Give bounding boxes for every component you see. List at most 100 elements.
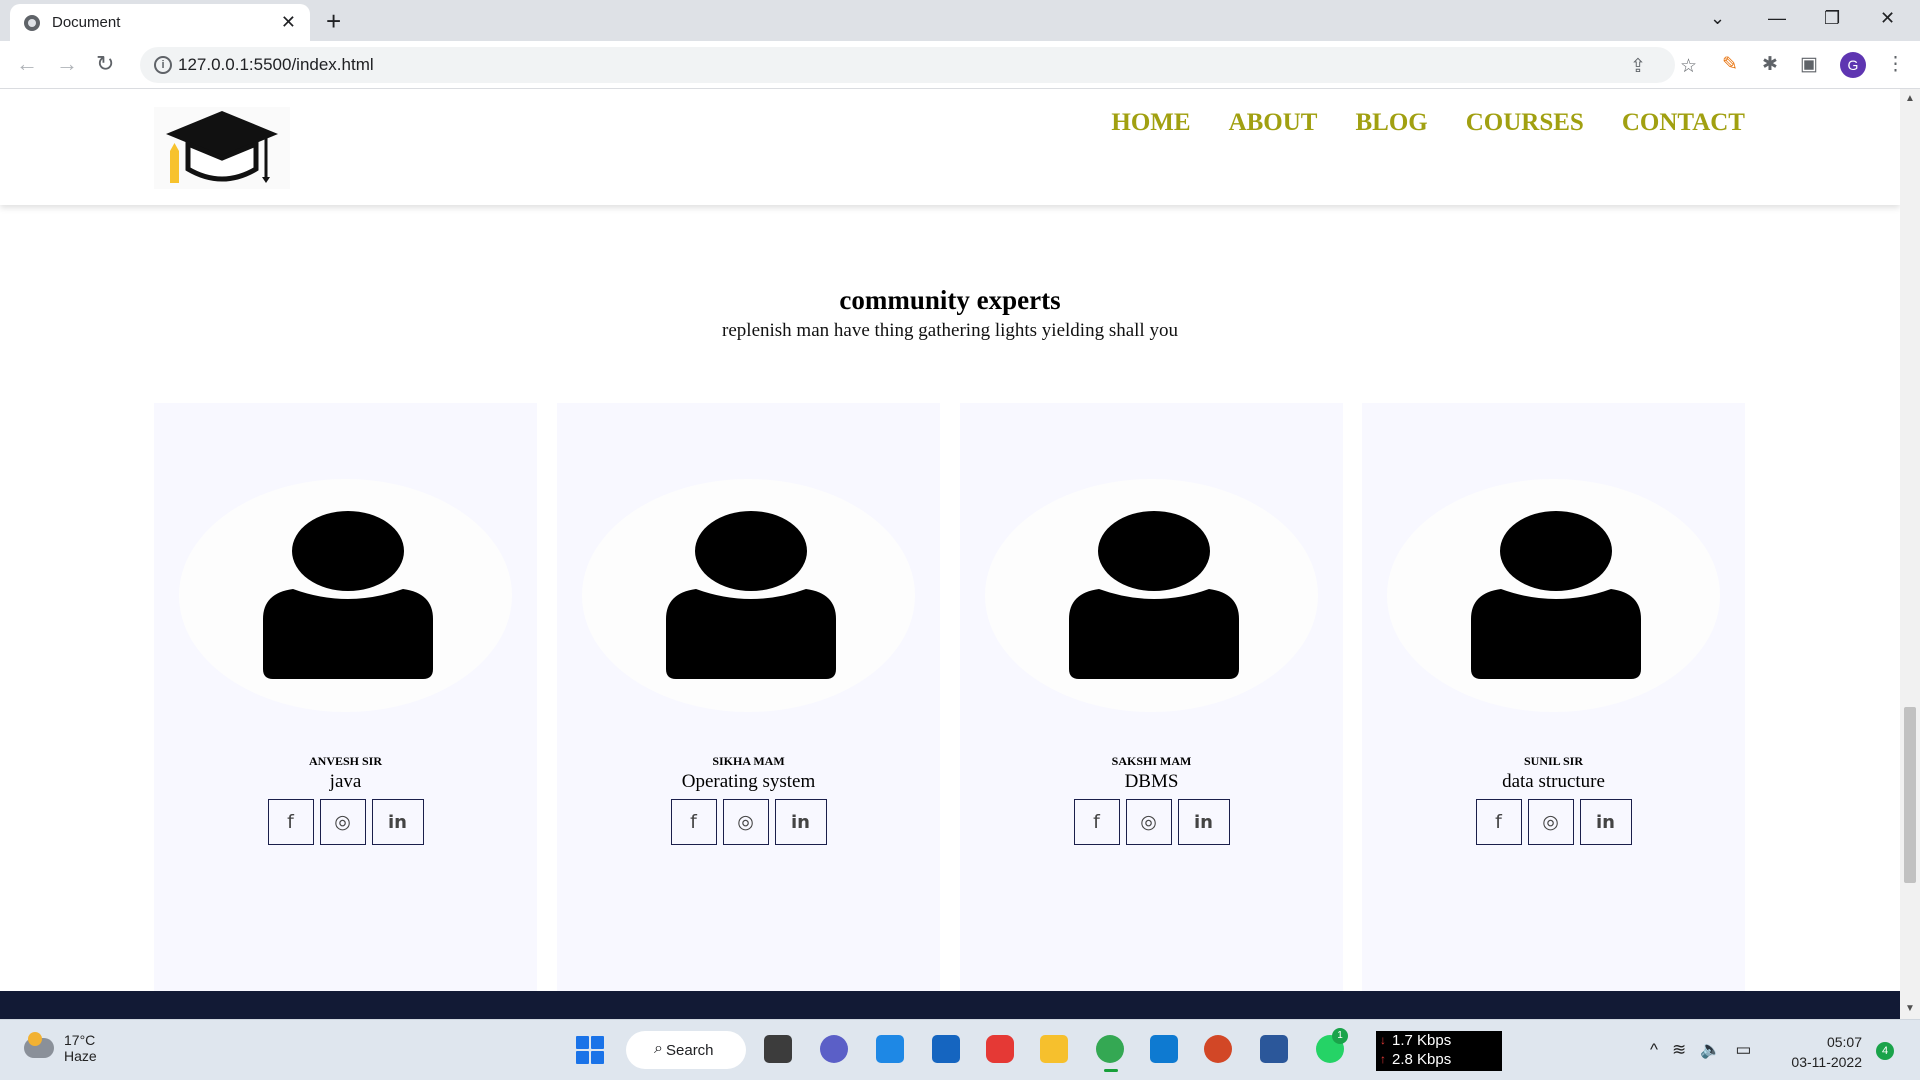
- linkedin-icon[interactable]: in: [371, 799, 424, 845]
- facebook-icon[interactable]: f: [1475, 799, 1522, 845]
- tab-title: Document: [52, 14, 121, 31]
- section-subtitle: replenish man have thing gathering light…: [722, 320, 1178, 341]
- file-explorer-icon[interactable]: [1040, 1035, 1068, 1063]
- page-scrollbar[interactable]: ▲ ▼: [1900, 89, 1920, 1019]
- windows-taskbar: 17°C Haze ⌕ Search 1 ↓ 1.7 Kbps ↑ 2.8 Kbps…: [0, 1019, 1920, 1080]
- start-button[interactable]: [576, 1036, 604, 1064]
- close-tab-icon[interactable]: ✕: [281, 12, 296, 33]
- weather-widget[interactable]: 17°C Haze: [24, 1032, 97, 1064]
- linkedin-icon[interactable]: in: [1579, 799, 1632, 845]
- scrollbar-thumb[interactable]: [1904, 707, 1916, 883]
- browser-tab-strip: Document ✕ + ⌄ — ❐ ✕: [0, 0, 1920, 41]
- site-footer: [0, 991, 1900, 1019]
- expert-name: SIKHA MAM: [712, 754, 785, 768]
- linkedin-icon[interactable]: in: [1177, 799, 1230, 845]
- expert-card: SAKSHI MAM DBMS f ◎ in: [960, 403, 1343, 1019]
- minimize-button[interactable]: —: [1768, 8, 1786, 29]
- facebook-icon[interactable]: f: [267, 799, 314, 845]
- address-url: 127.0.0.1:5500/index.html: [178, 55, 374, 74]
- taskbar-search[interactable]: ⌕ Search: [626, 1031, 746, 1069]
- expert-card: SIKHA MAM Operating system f ◎ in: [557, 403, 940, 1019]
- whatsapp-badge: 1: [1332, 1028, 1348, 1044]
- nav-blog[interactable]: BLOG: [1355, 109, 1427, 137]
- wifi-icon[interactable]: ≋: [1672, 1040, 1686, 1060]
- browser-menu-icon[interactable]: ⋮: [1886, 53, 1905, 76]
- notification-badge[interactable]: 4: [1876, 1042, 1894, 1060]
- main-navigation: HOME ABOUT BLOG COURSES CONTACT: [1111, 109, 1745, 137]
- close-window-button[interactable]: ✕: [1880, 8, 1895, 29]
- address-bar[interactable]: i 127.0.0.1:5500/index.html ⇪ ☆: [140, 47, 1697, 83]
- expert-card: ANVESH SIR java f ◎ in: [154, 403, 537, 1019]
- facebook-icon[interactable]: f: [1073, 799, 1120, 845]
- expert-card: SUNIL SIR data structure f ◎ in: [1362, 403, 1745, 1019]
- instagram-icon[interactable]: ◎: [319, 799, 366, 845]
- clock-time: 05:07: [1826, 1034, 1862, 1050]
- avatar: [582, 479, 915, 712]
- tab-search-chevron-icon[interactable]: ⌄: [1710, 8, 1725, 29]
- bookmark-star-icon[interactable]: ☆: [1680, 55, 1697, 78]
- task-view-icon[interactable]: [764, 1035, 792, 1063]
- vscode-icon[interactable]: [1150, 1035, 1178, 1063]
- nav-about[interactable]: ABOUT: [1229, 109, 1318, 137]
- system-clock[interactable]: 05:07 03-11-2022: [1788, 1032, 1862, 1072]
- download-arrow-icon: ↓: [1380, 1033, 1386, 1047]
- profile-avatar[interactable]: G: [1840, 52, 1866, 78]
- social-links: f ◎ in: [154, 799, 537, 845]
- scroll-up-arrow-icon[interactable]: ▲: [1905, 93, 1915, 104]
- person-icon: [1069, 511, 1239, 679]
- section-title: community experts: [839, 285, 1061, 315]
- battery-icon[interactable]: ▭: [1735, 1040, 1751, 1060]
- side-panel-icon[interactable]: ▣: [1800, 53, 1818, 76]
- nav-courses[interactable]: COURSES: [1466, 109, 1584, 137]
- expert-subject: Operating system: [681, 771, 816, 792]
- clock-date: 03-11-2022: [1791, 1054, 1862, 1070]
- forward-button[interactable]: →: [56, 51, 78, 77]
- chrome-icon[interactable]: [1096, 1035, 1124, 1072]
- instagram-icon[interactable]: ◎: [1527, 799, 1574, 845]
- reload-button[interactable]: ↻: [96, 51, 114, 77]
- site-logo[interactable]: [154, 107, 290, 189]
- youtube-icon[interactable]: [986, 1035, 1014, 1063]
- weather-temp: 17°C: [64, 1032, 96, 1048]
- system-tray: ^ ≋ 🔈 ▭: [1650, 1040, 1751, 1060]
- back-button[interactable]: ←: [16, 51, 38, 77]
- browser-toolbar: ← → ↻ i 127.0.0.1:5500/index.html ⇪ ☆: [0, 41, 1920, 89]
- upload-arrow-icon: ↑: [1380, 1052, 1386, 1066]
- weather-desc: Haze: [64, 1048, 97, 1064]
- social-links: f ◎ in: [557, 799, 940, 845]
- page-viewport: HOME ABOUT BLOG COURSES CONTACT communit…: [0, 89, 1900, 1019]
- person-icon: [1471, 511, 1641, 679]
- avatar: [1387, 479, 1720, 712]
- expert-name: SAKSHI MAM: [1111, 754, 1192, 768]
- expert-subject: data structure: [1502, 771, 1605, 792]
- volume-icon[interactable]: 🔈: [1700, 1040, 1721, 1060]
- taskbar-search-label: Search: [666, 1041, 714, 1059]
- facebook-icon[interactable]: f: [670, 799, 717, 845]
- word-icon[interactable]: [1260, 1035, 1288, 1063]
- restore-button[interactable]: ❐: [1824, 8, 1840, 29]
- instagram-icon[interactable]: ◎: [1125, 799, 1172, 845]
- share-icon[interactable]: ⇪: [1630, 55, 1646, 78]
- new-tab-button[interactable]: +: [326, 6, 341, 37]
- scroll-down-arrow-icon[interactable]: ▼: [1905, 1003, 1915, 1014]
- person-icon: [263, 511, 433, 679]
- net-down: 1.7 Kbps: [1392, 1032, 1452, 1049]
- chat-icon[interactable]: [820, 1035, 848, 1063]
- browser-tab[interactable]: Document ✕: [10, 4, 310, 41]
- social-links: f ◎ in: [960, 799, 1343, 845]
- extensions-puzzle-icon[interactable]: ✱: [1762, 53, 1778, 76]
- nav-contact[interactable]: CONTACT: [1622, 109, 1745, 137]
- net-up: 2.8 Kbps: [1392, 1051, 1452, 1068]
- powerpoint-icon[interactable]: [1204, 1035, 1232, 1063]
- linkedin-icon[interactable]: in: [774, 799, 827, 845]
- globe-icon: [24, 14, 40, 31]
- site-info-icon[interactable]: i: [154, 56, 172, 74]
- pen-extension-icon[interactable]: ✎: [1722, 53, 1738, 76]
- avatar: [179, 479, 512, 712]
- nav-home[interactable]: HOME: [1111, 109, 1190, 137]
- instagram-icon[interactable]: ◎: [722, 799, 769, 845]
- chevron-up-icon[interactable]: ^: [1650, 1040, 1658, 1060]
- weather-icon: [24, 1032, 54, 1058]
- mail-icon[interactable]: [932, 1035, 960, 1063]
- desktop-app-icon[interactable]: [876, 1035, 904, 1063]
